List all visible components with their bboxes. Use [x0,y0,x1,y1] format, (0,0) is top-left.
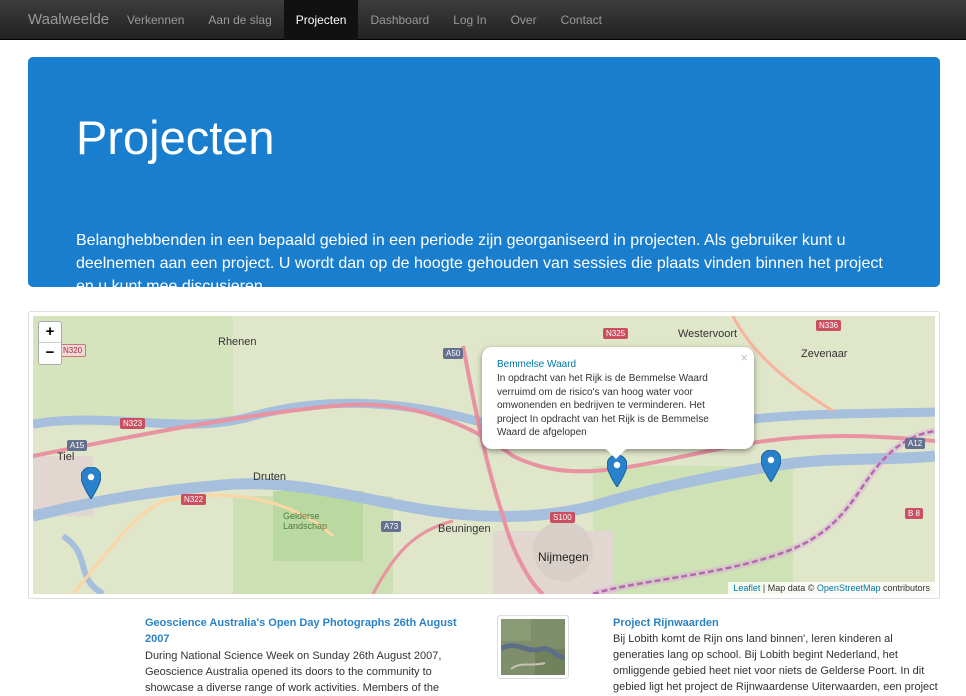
map-popup: × Bemmelse Waard In opdracht van het Rij… [482,347,754,449]
road-shield-a73: A73 [381,521,402,532]
map-place-zevenaar: Zevenaar [801,348,848,360]
nav-item-projecten[interactable]: Projecten [283,0,359,40]
map-place-gelderse-landschap: Gelderse Landschap [283,511,328,531]
popup-text: In opdracht van het Rijk is de Bemmelse … [497,373,709,438]
leaflet-link[interactable]: Leaflet [733,583,760,593]
map-marker-icon[interactable] [607,455,627,487]
popup-close-icon[interactable]: × [740,350,748,365]
road-shield-a15: A15 [67,440,88,451]
page-title: Projecten [76,111,275,164]
article-title-geoscience[interactable]: Geoscience Australia's Open Day Photogra… [145,615,475,647]
road-shield-n336: N336 [816,320,842,331]
nav-menu: Verkennen Aan de slag Projecten Dashboar… [115,0,614,40]
road-shield-a50: A50 [443,348,464,359]
map-place-nijmegen: Nijmegen [538,550,589,564]
zoom-out-button[interactable]: − [39,343,61,364]
map-place-tiel: Tiel [57,451,75,463]
popup-title-link[interactable]: Bemmelse Waard [497,359,576,370]
road-shield-a12: A12 [905,438,926,449]
aerial-photo-image [499,619,566,675]
article-thumbnail[interactable] [497,615,569,679]
nav-item-dashboard[interactable]: Dashboard [358,0,441,40]
hero-banner: Projecten Belanghebbenden in een bepaald… [28,57,940,295]
road-shield-n323: N323 [120,418,146,429]
article-title-rijnwaarden[interactable]: Project Rijnwaarden [613,615,943,631]
nav-item-contact[interactable]: Contact [549,0,614,40]
map-place-druten: Druten [253,471,287,483]
article-text-geoscience: During National Science Week on Sunday 2… [145,650,442,694]
map-place-beuningen: Beuningen [438,523,491,535]
road-shield-s100: S100 [550,512,575,523]
road-shield-n322: N322 [181,494,207,505]
map-container: Rhenen Tiel Druten Beuningen Nijmegen We… [28,311,940,599]
attribution-suffix: contributors [880,583,930,593]
road-shield-n325: N325 [603,328,629,339]
attribution-separator: | Map data © [760,583,817,593]
map-place-westervoort: Westervoort [678,328,738,340]
nav-item-over[interactable]: Over [499,0,549,40]
road-shield-b8: B 8 [905,508,924,519]
map-marker-icon[interactable] [81,467,101,499]
popup-tip [605,448,627,459]
map-place-rhenen: Rhenen [218,336,257,348]
road-shield-n320: N320 [59,344,87,357]
map-attribution: Leaflet | Map data © OpenStreetMap contr… [728,582,935,594]
map[interactable]: Rhenen Tiel Druten Beuningen Nijmegen We… [33,316,935,594]
nav-item-verkennen[interactable]: Verkennen [115,0,196,40]
nav-item-log-in[interactable]: Log In [441,0,498,40]
map-marker-icon[interactable] [761,450,781,482]
nav-item-aan-de-slag[interactable]: Aan de slag [196,0,283,40]
zoom-control: + − [38,321,62,365]
navbar: Waalweelde Verkennen Aan de slag Project… [0,0,966,40]
brand-link[interactable]: Waalweelde [28,11,109,28]
article-text-rijnwaarden: Bij Lobith komt de Rijn ons land binnen'… [613,633,938,693]
hero-description: Belanghebbenden in een bepaald gebied in… [76,232,883,295]
osm-link[interactable]: OpenStreetMap [817,583,881,593]
zoom-in-button[interactable]: + [39,322,61,343]
